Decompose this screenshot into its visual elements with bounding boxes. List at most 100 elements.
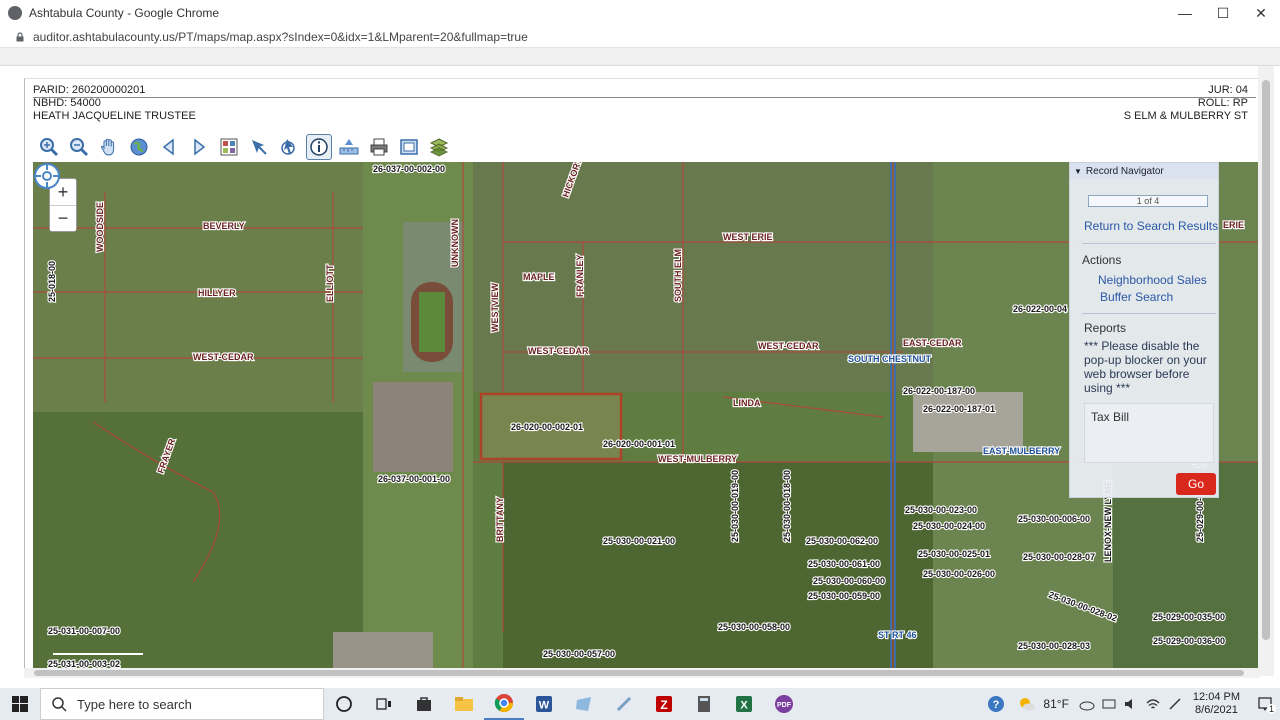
- legend-icon[interactable]: [216, 134, 242, 160]
- chrome-taskbar-icon[interactable]: [484, 688, 524, 720]
- url-text[interactable]: auditor.ashtabulacounty.us/PT/maps/map.a…: [33, 30, 528, 44]
- aerial-map[interactable]: BEVERLY HILLYER WEST-CEDAR WOODSIDE ELLIOTT F…: [33, 162, 1259, 668]
- forward-arrow-icon[interactable]: [186, 134, 212, 160]
- street-label: WEST-CEDAR: [193, 352, 254, 362]
- word-icon[interactable]: W: [524, 688, 564, 720]
- store-icon[interactable]: [404, 688, 444, 720]
- layers-icon[interactable]: [426, 134, 452, 160]
- vertical-scroll-thumb[interactable]: [1262, 80, 1270, 640]
- info-divider: [33, 97, 1256, 98]
- notification-button[interactable]: 1: [1250, 688, 1280, 720]
- horizontal-scroll-thumb[interactable]: [34, 670, 1244, 676]
- parcel-label: 25-030-00-024-00: [913, 521, 985, 531]
- network-icon[interactable]: [1101, 697, 1117, 711]
- parcel-label: 25-030-00-059-00: [808, 591, 880, 601]
- parcel-label: 25-018-00: [47, 261, 57, 302]
- help-icon[interactable]: ?: [987, 695, 1005, 713]
- title-bar: Ashtabula County - Google Chrome — ☐ ✕: [0, 0, 1280, 26]
- globe-icon[interactable]: [126, 134, 152, 160]
- street-label: LINDA: [733, 398, 761, 408]
- roll-text: ROLL: RP: [1197, 97, 1248, 109]
- street-label: ELLIOTT: [325, 264, 335, 302]
- calculator-icon[interactable]: [684, 688, 724, 720]
- window-controls: — ☐ ✕: [1166, 0, 1280, 26]
- zoom-in-icon[interactable]: [36, 134, 62, 160]
- remote-app-icon[interactable]: [564, 688, 604, 720]
- taskbar-search[interactable]: Type here to search: [40, 688, 324, 720]
- pan-hand-icon[interactable]: [96, 134, 122, 160]
- clock-date: 8/6/2021: [1195, 704, 1238, 716]
- street-label: HILLYER: [198, 288, 236, 298]
- print-icon[interactable]: [366, 134, 392, 160]
- buffer-search-link[interactable]: Buffer Search: [1100, 290, 1173, 304]
- locate-icon[interactable]: [33, 162, 61, 190]
- street-label: BEVERLY: [203, 221, 245, 231]
- minimize-button[interactable]: —: [1166, 0, 1204, 26]
- zoom-out-icon[interactable]: [66, 134, 92, 160]
- parcel-label: 25-029-00-036-00: [1153, 636, 1225, 646]
- filezilla-icon[interactable]: Z: [644, 688, 684, 720]
- onedrive-icon[interactable]: [1079, 697, 1095, 711]
- street-label: ERIE: [1223, 220, 1244, 230]
- street-label: WEST ERIE: [723, 232, 773, 242]
- pdf-app-icon[interactable]: PDF: [764, 688, 804, 720]
- return-to-search-link[interactable]: Return to Search Results: [1084, 219, 1218, 233]
- file-explorer-icon[interactable]: [444, 688, 484, 720]
- parcel-label: 26-022-00-187-01: [923, 404, 995, 414]
- svg-text:X: X: [740, 700, 748, 712]
- record-navigator: ▼ Record Navigator 1 of 4 Return to Sear…: [1069, 162, 1219, 498]
- wifi-icon[interactable]: [1145, 697, 1161, 711]
- page-top-strip: [0, 48, 1280, 66]
- select-icon[interactable]: [246, 134, 272, 160]
- parcel-label: 26-020-00-001-01: [603, 439, 675, 449]
- street-label: WOODSIDE: [95, 202, 105, 252]
- navigator-header[interactable]: ▼ Record Navigator: [1070, 163, 1218, 179]
- maximize-button[interactable]: ☐: [1204, 0, 1242, 26]
- info-icon[interactable]: [306, 134, 332, 160]
- vertical-scrollbar[interactable]: [1258, 66, 1274, 676]
- taskbar-clock[interactable]: 12:04 PM 8/6/2021: [1193, 691, 1240, 717]
- svg-text:?: ?: [993, 699, 1000, 711]
- close-button[interactable]: ✕: [1242, 0, 1280, 26]
- cortana-icon[interactable]: [324, 688, 364, 720]
- record-pager[interactable]: 1 of 4: [1088, 195, 1208, 207]
- pen-icon[interactable]: [1167, 697, 1183, 711]
- back-arrow-icon[interactable]: [156, 134, 182, 160]
- navigator-divider: [1082, 243, 1216, 244]
- windows-start-icon[interactable]: [0, 688, 40, 720]
- task-view-icon[interactable]: [364, 688, 404, 720]
- excel-icon[interactable]: X: [724, 688, 764, 720]
- svg-text:W: W: [539, 700, 550, 712]
- parcel-info-left: PARID: 260200000201 NBHD: 54000 HEATH JA…: [33, 84, 196, 123]
- identify-pointer-icon[interactable]: [276, 134, 302, 160]
- report-option-tax-bill[interactable]: Tax Bill: [1091, 410, 1129, 424]
- street-label: WEST-MULBERRY: [658, 454, 737, 464]
- parcel-label: 25-030-00-026-00: [923, 569, 995, 579]
- street-label: WESTVIEW: [490, 282, 500, 332]
- map-toolbar: [36, 134, 452, 160]
- chrome-window: Ashtabula County - Google Chrome — ☐ ✕ a…: [0, 0, 1280, 688]
- neighborhood-sales-link[interactable]: Neighborhood Sales: [1098, 273, 1207, 287]
- address-bar[interactable]: auditor.ashtabulacounty.us/PT/maps/map.a…: [0, 26, 1280, 48]
- measure-icon[interactable]: [336, 134, 362, 160]
- street-label: BRITTANY: [495, 497, 505, 542]
- horizontal-scrollbar[interactable]: [24, 668, 1260, 678]
- parcel-label: 25-030-00-057-00: [543, 649, 615, 659]
- parcel-label: 26-022-00-04: [1013, 304, 1067, 314]
- parcel-label: 25-030-00-058-00: [718, 622, 790, 632]
- reports-list[interactable]: Tax Bill: [1084, 403, 1214, 463]
- temperature-text: 81°F: [1043, 697, 1069, 711]
- parcel-label: 25-030-00-025-01: [918, 549, 990, 559]
- street-label: WEST-CEDAR: [528, 346, 589, 356]
- map-zoom-out-button[interactable]: −: [50, 205, 76, 231]
- street-label: UNKNOWN: [450, 219, 460, 267]
- parcel-label: 25-031-00-007-00: [48, 626, 120, 636]
- go-button[interactable]: Go: [1176, 473, 1216, 495]
- parid-text: PARID: 260200000201: [33, 84, 146, 96]
- reports-heading: Reports: [1084, 321, 1127, 335]
- export-icon[interactable]: [396, 134, 422, 160]
- jur-text: JUR: 04: [1208, 84, 1248, 96]
- volume-icon[interactable]: [1123, 697, 1139, 711]
- windows-taskbar: Type here to search W Z X PDF ? 81°F 12:…: [0, 688, 1280, 720]
- paint-tool-icon[interactable]: [604, 688, 644, 720]
